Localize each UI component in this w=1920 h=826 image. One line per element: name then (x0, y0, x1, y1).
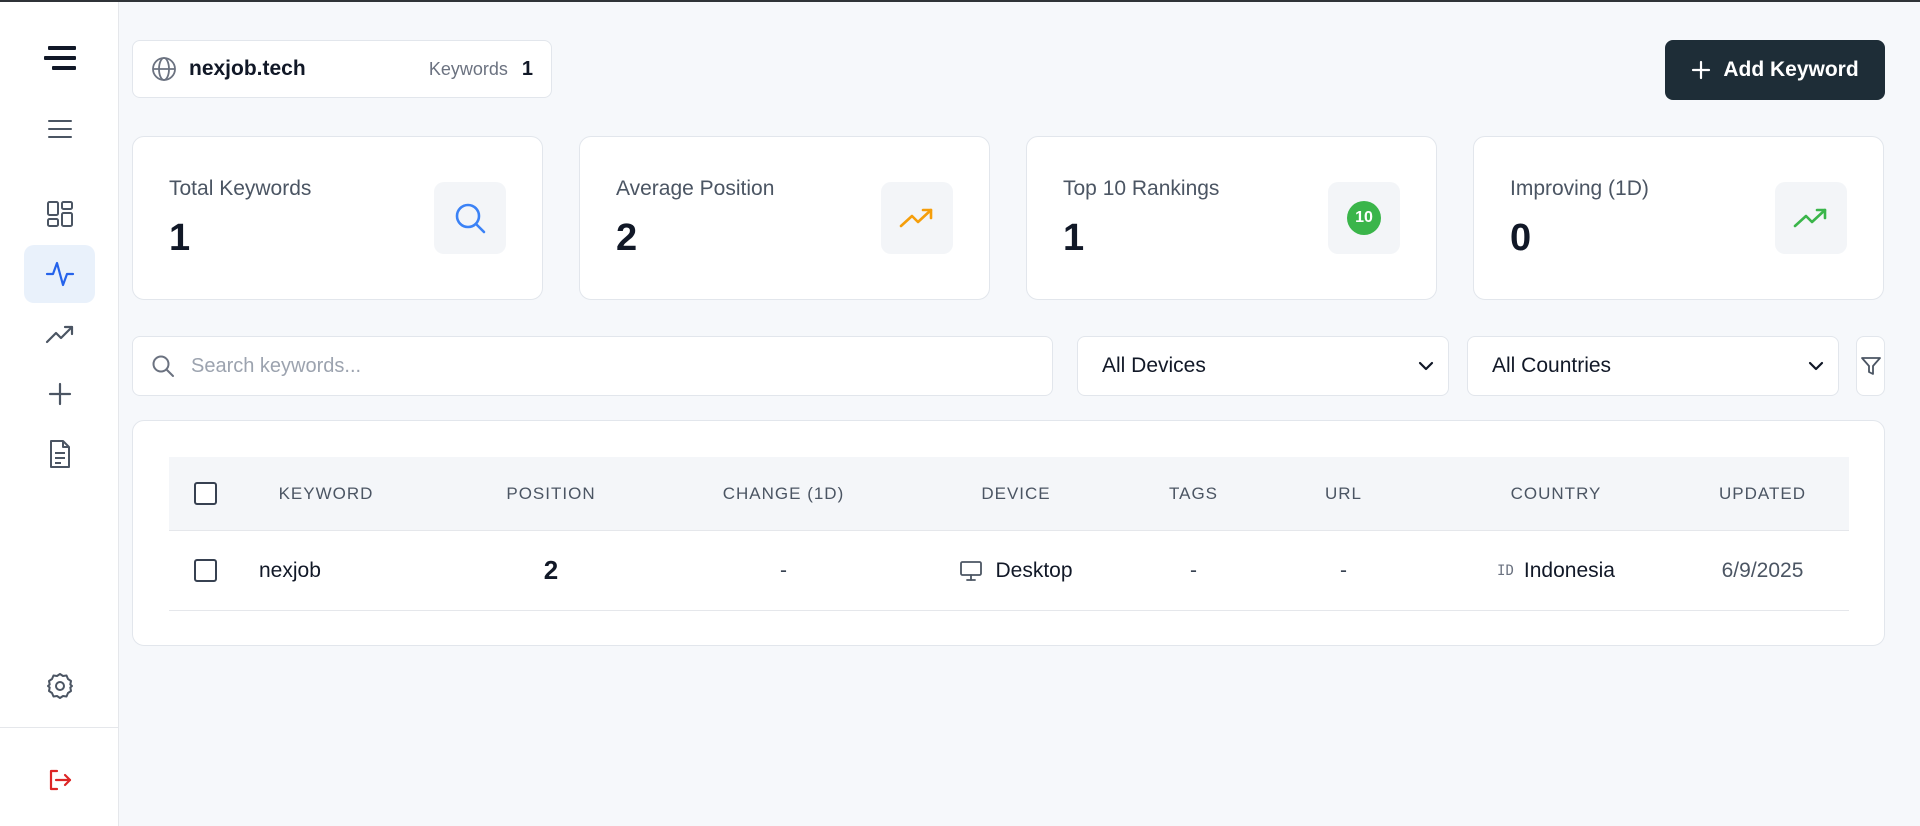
stat-card-improving: Improving (1D) 0 (1473, 136, 1884, 300)
logout-icon (47, 768, 73, 792)
stat-title: Total Keywords (169, 177, 312, 200)
sidebar (0, 2, 119, 826)
keywords-count: 1 (521, 57, 533, 80)
stat-value: 2 (616, 217, 638, 259)
url-cell: - (1340, 558, 1347, 582)
sidebar-item-menu[interactable] (24, 100, 95, 158)
stat-value: 1 (169, 217, 191, 259)
device-select[interactable]: All Devices (1077, 336, 1449, 396)
column-header-tags[interactable]: TAGS (1136, 457, 1251, 530)
updated-cell: 6/9/2025 (1721, 558, 1804, 582)
stat-value: 1 (1063, 217, 1085, 259)
sidebar-item-reports[interactable] (24, 425, 95, 483)
stat-value: 0 (1510, 217, 1532, 259)
filter-icon (1860, 355, 1882, 377)
column-header-change[interactable]: CHANGE (1D) (671, 457, 896, 530)
document-icon (48, 439, 72, 469)
dashboard-grid-icon (46, 200, 74, 228)
search-icon (434, 182, 506, 254)
logout-button[interactable] (24, 751, 95, 809)
select-all-checkbox[interactable] (193, 482, 217, 505)
sidebar-item-trends[interactable] (24, 305, 95, 363)
device-select-value: All Devices (1102, 354, 1206, 377)
desktop-icon (959, 560, 983, 582)
globe-icon (151, 56, 177, 82)
device-cell: Desktop (896, 531, 1136, 610)
table-header: KEYWORD POSITION CHANGE (1D) DEVICE TAGS… (169, 457, 1849, 531)
country-select[interactable]: All Countries (1467, 336, 1839, 396)
position-cell: 2 (543, 555, 559, 585)
gear-icon (46, 672, 74, 700)
country-cell: ID Indonesia (1436, 531, 1676, 610)
search-box (132, 336, 1053, 396)
chevron-down-icon (1418, 361, 1434, 371)
stat-title: Improving (1D) (1510, 177, 1649, 200)
brand-logo[interactable] (24, 29, 95, 87)
stat-card-total-keywords: Total Keywords 1 (132, 136, 543, 300)
top10-badge-icon: 10 (1328, 182, 1400, 254)
device-label: Desktop (995, 558, 1073, 582)
stat-card-average-position: Average Position 2 (579, 136, 990, 300)
row-select-cell (169, 531, 241, 610)
column-header-url[interactable]: URL (1251, 457, 1436, 530)
column-header-country[interactable]: COUNTRY (1436, 457, 1676, 530)
sidebar-item-add[interactable] (24, 365, 95, 423)
add-keyword-label: Add Keyword (1723, 58, 1859, 81)
row-checkbox[interactable] (193, 559, 217, 582)
country-code: ID (1497, 562, 1514, 579)
keywords-label: Keywords (428, 58, 508, 79)
trending-up-icon (1775, 182, 1847, 254)
domain-name: nexjob.tech (189, 57, 306, 80)
add-keyword-button[interactable]: Add Keyword (1665, 40, 1885, 100)
sidebar-divider (0, 727, 118, 728)
sidebar-item-settings[interactable] (24, 657, 95, 715)
stat-card-top10-rankings: Top 10 Rankings 1 10 (1026, 136, 1437, 300)
stat-title: Top 10 Rankings (1063, 177, 1220, 200)
country-name: Indonesia (1523, 558, 1615, 582)
top10-badge: 10 (1347, 201, 1381, 235)
change-cell: - (780, 558, 787, 582)
sidebar-item-dashboard[interactable] (24, 185, 95, 243)
filter-button[interactable] (1856, 336, 1885, 396)
country-select-value: All Countries (1492, 354, 1612, 377)
column-header-updated[interactable]: UPDATED (1676, 457, 1849, 530)
keywords-table: KEYWORD POSITION CHANGE (1D) DEVICE TAGS… (132, 420, 1885, 646)
column-header-device[interactable]: DEVICE (896, 457, 1136, 530)
trending-up-icon (881, 182, 953, 254)
select-all-cell (169, 457, 241, 530)
column-header-keyword[interactable]: KEYWORD (241, 457, 411, 530)
sidebar-item-activity[interactable] (24, 245, 95, 303)
chevron-down-icon (1808, 361, 1824, 371)
menu-icon (47, 118, 73, 140)
column-header-position[interactable]: POSITION (431, 457, 671, 530)
plus-icon (48, 382, 72, 406)
stat-title: Average Position (616, 177, 775, 200)
domain-selector[interactable]: nexjob.tech Keywords 1 (132, 40, 552, 98)
search-input[interactable] (191, 354, 1052, 378)
activity-pulse-icon (45, 260, 75, 288)
trending-up-icon (45, 323, 75, 345)
table-row[interactable]: nexjob 2 - Desktop - - ID Indonesia 6/9/… (169, 531, 1849, 611)
search-icon (151, 354, 175, 378)
keyword-cell[interactable]: nexjob (259, 531, 429, 610)
plus-icon (1691, 60, 1711, 80)
tags-cell: - (1190, 558, 1197, 582)
brand-logo-icon (42, 44, 78, 72)
